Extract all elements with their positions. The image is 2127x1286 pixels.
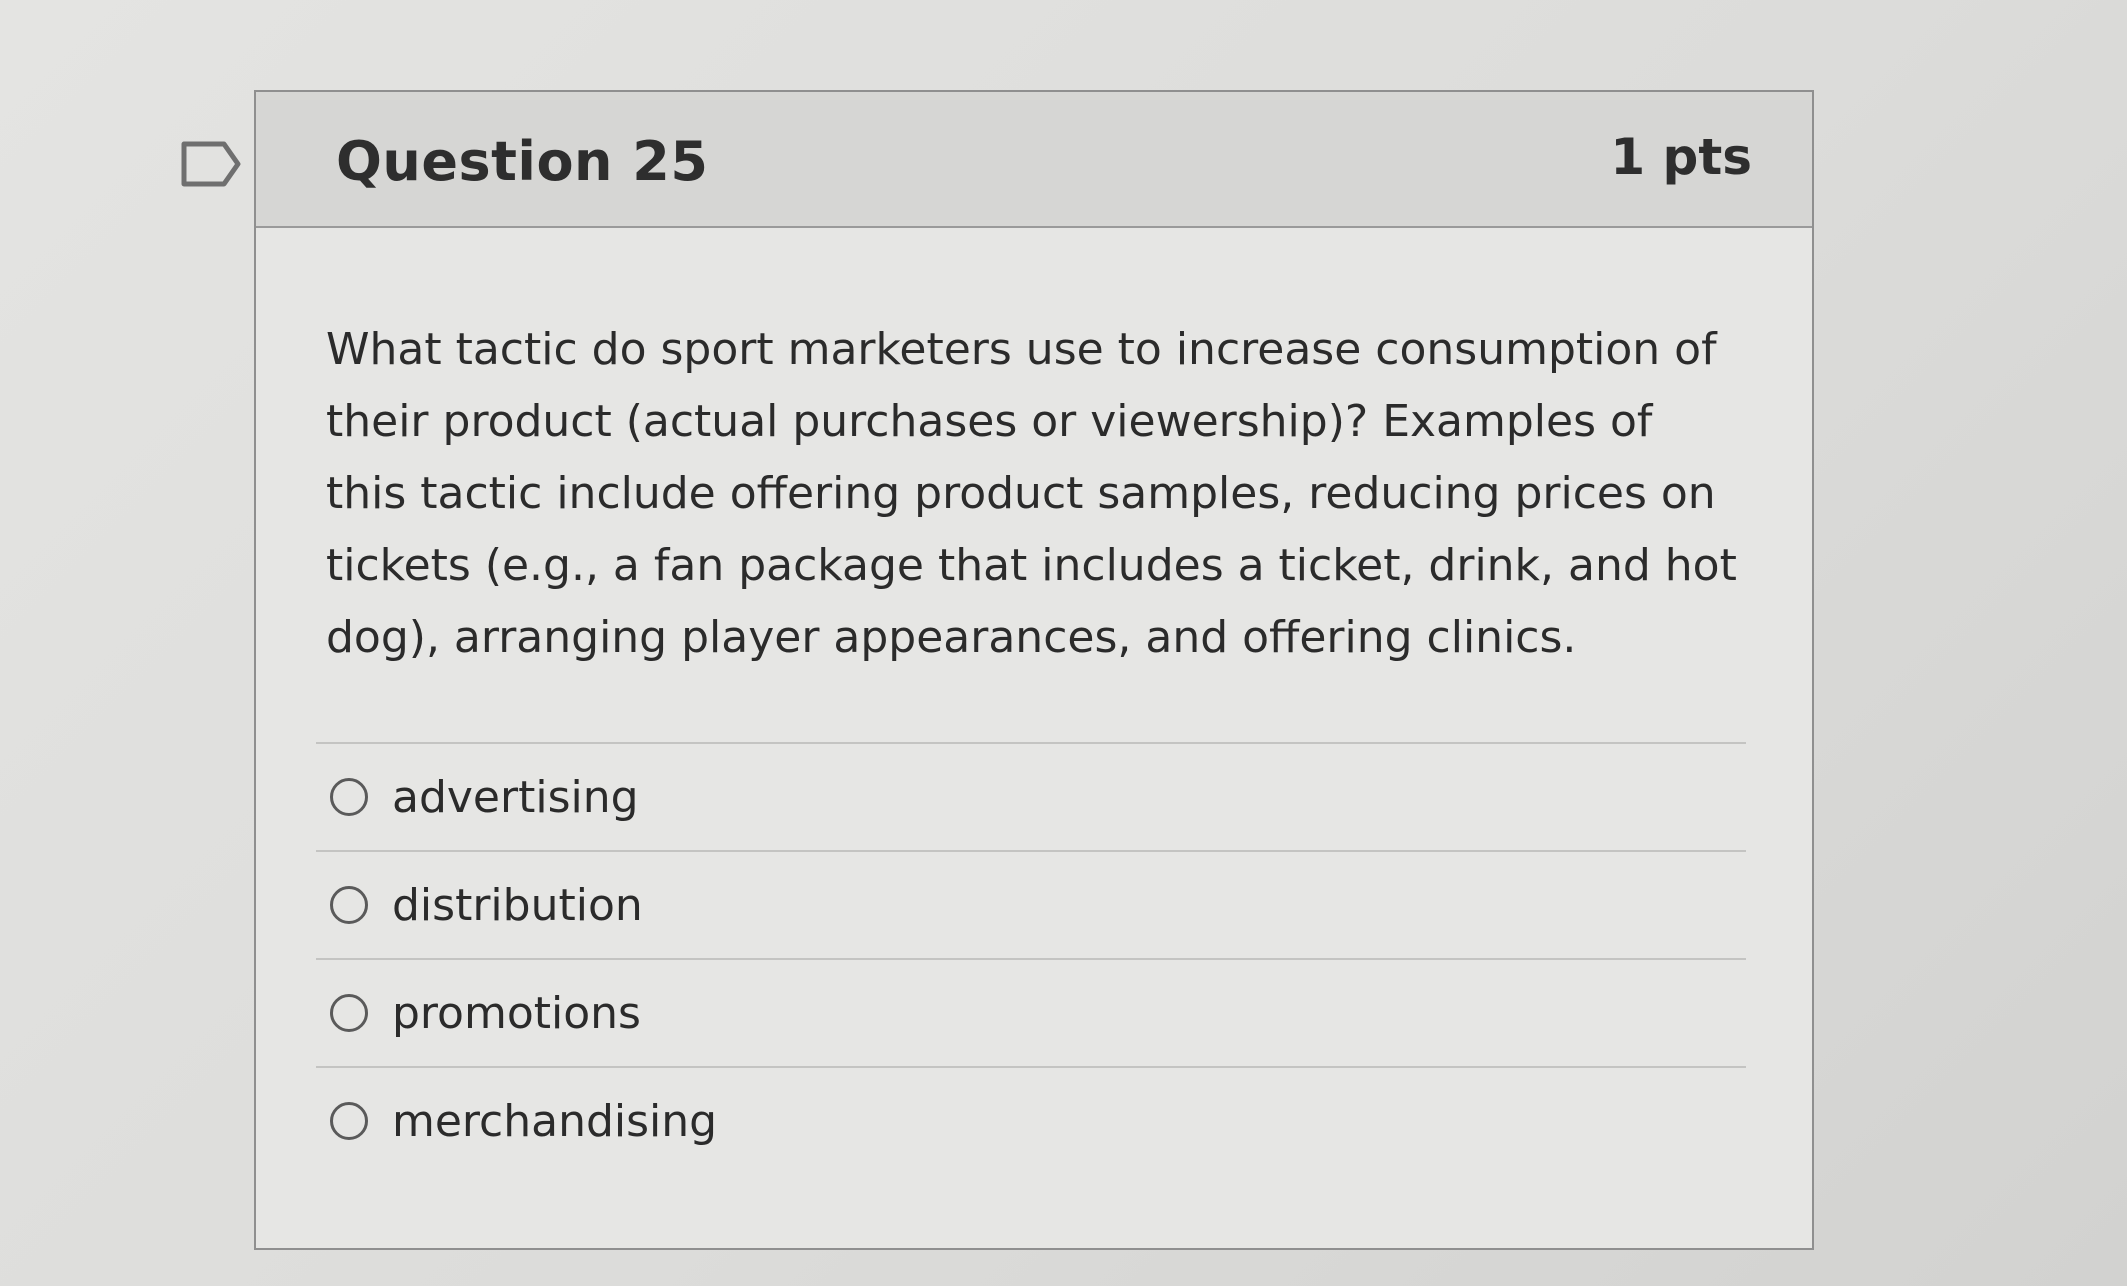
- answer-option-distribution[interactable]: distribution: [316, 852, 1746, 960]
- question-card: Question 25 1 pts What tactic do sport m…: [254, 90, 1814, 1250]
- flag-icon[interactable]: [180, 140, 244, 188]
- answer-label[interactable]: merchandising: [392, 1096, 717, 1147]
- question-text: What tactic do sport marketers use to in…: [326, 324, 1737, 663]
- answer-label[interactable]: advertising: [392, 772, 639, 823]
- radio-button[interactable]: [330, 886, 368, 924]
- question-title: Question 25: [336, 130, 709, 193]
- radio-button[interactable]: [330, 1102, 368, 1140]
- answer-option-merchandising[interactable]: merchandising: [316, 1068, 1746, 1176]
- answer-option-promotions[interactable]: promotions: [316, 960, 1746, 1068]
- quiz-page: Question 25 1 pts What tactic do sport m…: [0, 0, 2127, 1286]
- answer-label[interactable]: distribution: [392, 880, 643, 931]
- answer-list: advertising distribution promotions merc…: [316, 742, 1746, 1176]
- radio-button[interactable]: [330, 778, 368, 816]
- answer-option-advertising[interactable]: advertising: [316, 744, 1746, 852]
- question-points: 1 pts: [1610, 128, 1752, 186]
- answer-label[interactable]: promotions: [392, 988, 641, 1039]
- question-header: Question 25 1 pts: [256, 92, 1812, 228]
- radio-button[interactable]: [330, 994, 368, 1032]
